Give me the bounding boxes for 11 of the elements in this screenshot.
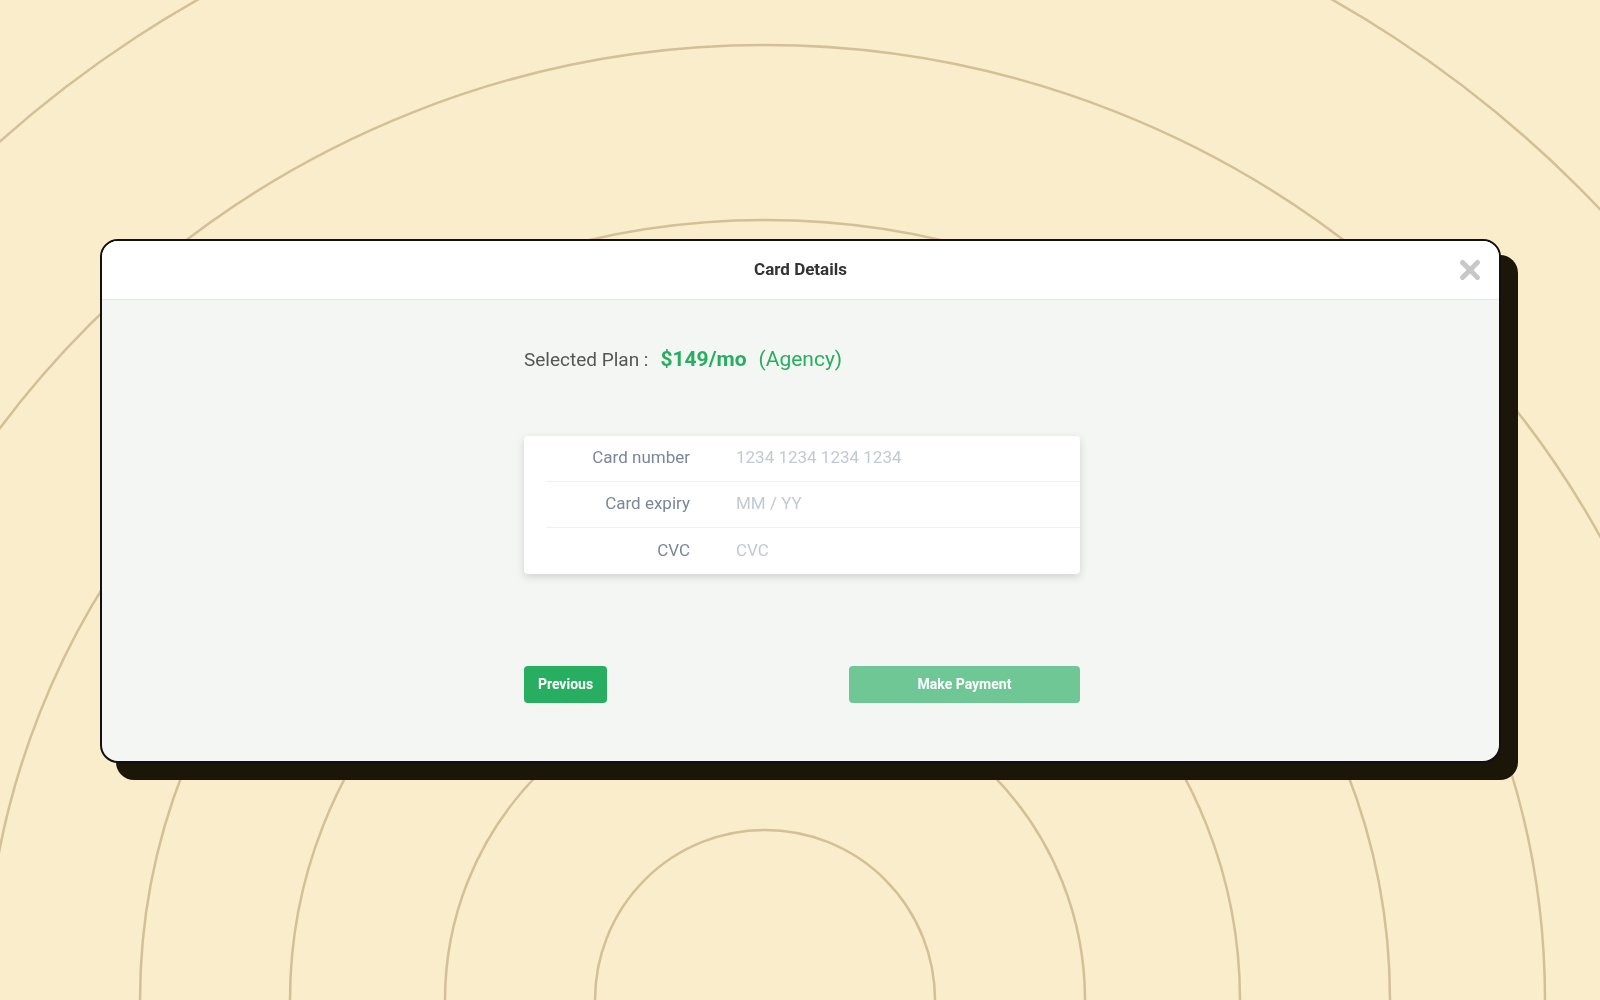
plan-label: Selected Plan : bbox=[524, 346, 649, 373]
field-label: CVC bbox=[656, 538, 690, 562]
input-field[interactable]: MM / YY bbox=[736, 491, 1080, 517]
field-label: Card expiry bbox=[604, 492, 690, 516]
input-field[interactable]: CVC bbox=[736, 537, 1080, 564]
field-label: Card number bbox=[591, 446, 690, 470]
plan-name: (Agency) bbox=[758, 346, 843, 373]
dialog-title: Card Details bbox=[754, 258, 847, 282]
input-field[interactable]: 1234 1234 1234 1234 bbox=[736, 445, 1080, 471]
previous-button[interactable]: Previous bbox=[524, 665, 607, 703]
plan-price: $149/mo bbox=[660, 346, 747, 373]
